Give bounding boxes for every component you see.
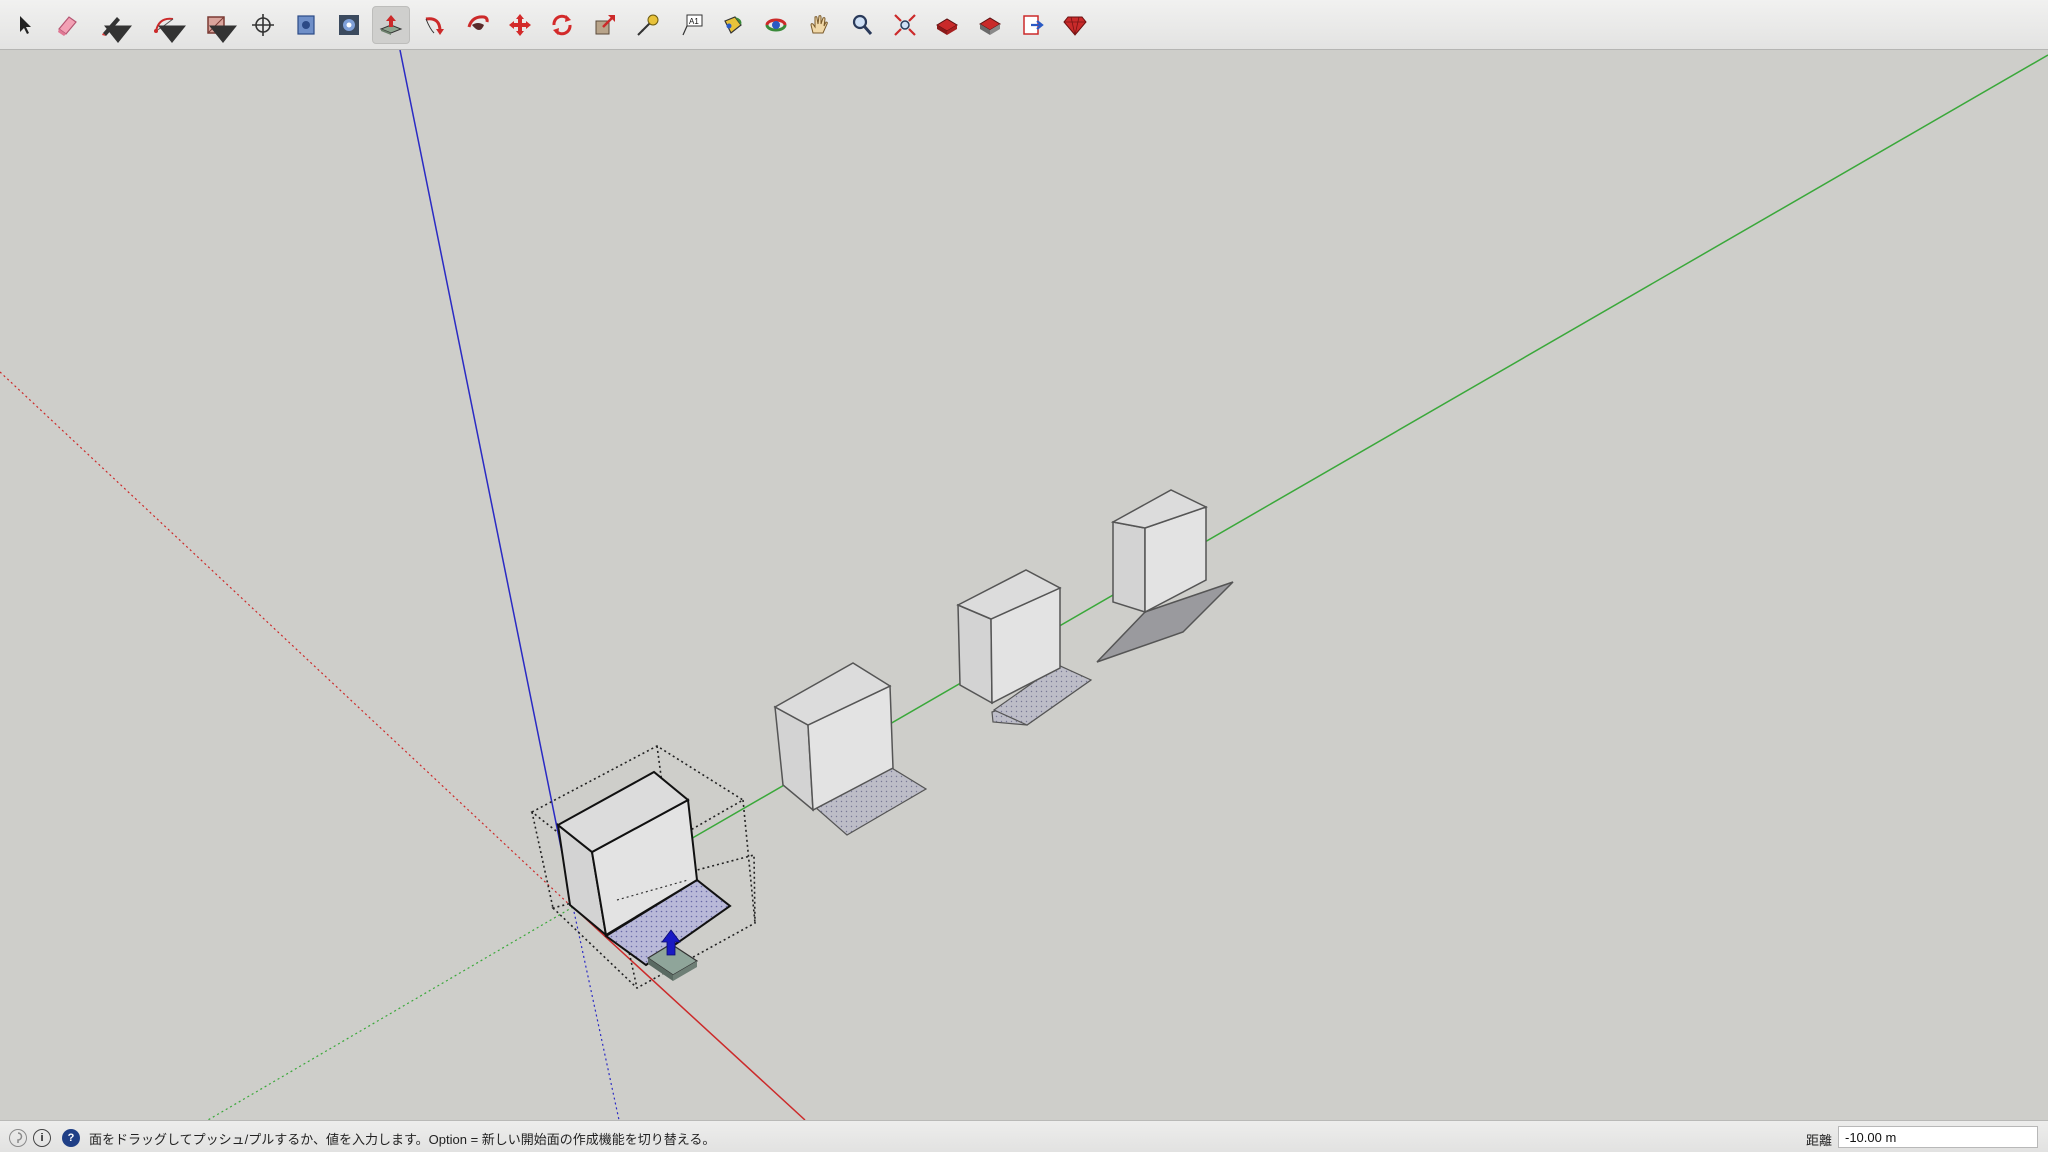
text-tool-label: A1 [689,17,699,26]
warehouse-tool-button[interactable] [928,6,966,44]
measurement-label: 距離 [1806,1133,1833,1148]
text-label-icon: A1 [682,14,703,36]
orbit-tool-button[interactable] [757,6,795,44]
tape-measure-icon [637,14,659,36]
follow-me-tool-button[interactable] [330,6,368,44]
warehouse-icon [936,18,958,35]
geo-location-icon[interactable] [9,1129,27,1147]
curved-arrow-icon [425,17,444,35]
push-pull-tool-button[interactable] [372,6,410,44]
green-axis-negative [207,906,574,1120]
box-model-2[interactable] [773,662,928,836]
crosshair-icon [252,14,274,36]
chevron-down-icon [158,25,186,43]
chevron-down-icon [209,25,237,43]
red-axis-negative [0,371,573,908]
move-arrows-icon [509,14,531,36]
line-tool-button[interactable] [92,6,132,44]
share-model-tool-button[interactable] [1014,6,1052,44]
ruby-console-tool-button[interactable] [1056,6,1094,44]
box-model-3[interactable] [956,569,1093,726]
status-message: 面をドラッグしてプッシュ/プルするか、値を入力します。Option = 新しい開… [89,1132,716,1147]
rotate-icon [552,14,572,36]
eraser-icon [58,16,77,36]
zoom-tool-button[interactable] [843,6,881,44]
eraser-tool-button[interactable] [48,6,86,44]
main-toolbar: A1 [0,0,2048,50]
tape-measure-tool-button[interactable] [629,6,667,44]
model-viewport[interactable] [0,50,2048,1120]
paint-bucket-tool-button[interactable] [459,6,497,44]
extension-warehouse-tool-button[interactable] [971,6,1009,44]
scale-tool-button[interactable] [586,6,624,44]
arrow-cursor-icon [20,16,31,34]
move-tool-button[interactable] [501,6,539,44]
arc-tool-button[interactable] [146,6,186,44]
scene-canvas[interactable] [0,50,2048,1120]
select-tool-button[interactable] [5,6,43,44]
zoom-extents-tool-button[interactable] [886,6,924,44]
follow-me-icon [339,15,359,35]
orbit-position-tool-button[interactable] [244,6,282,44]
offset-icon [297,15,315,35]
share-model-icon [1023,15,1044,35]
instructor-help-icon[interactable]: ? [62,1129,80,1147]
zoom-extents-icon [894,14,916,36]
box-model-4[interactable] [1096,489,1234,663]
push-pull-icon [379,15,403,35]
paint-tool-button[interactable] [714,6,752,44]
hand-icon [810,15,828,34]
extension-warehouse-icon [979,17,1001,35]
location-pin-icon [17,1132,23,1143]
blue-axis-positive [399,50,574,908]
status-bar: i ? 面をドラッグしてプッシュ/プルするか、値を入力します。Option = … [0,1120,2048,1152]
measurement-input[interactable] [1838,1126,2038,1148]
magnifier-icon [852,14,873,35]
pan-tool-button[interactable] [800,6,838,44]
text-tool-button[interactable]: A1 [673,6,711,44]
paint-icon [724,16,742,34]
follow-path-tool-button[interactable] [415,6,453,44]
orbit-icon [765,18,787,32]
chevron-down-icon [104,25,132,43]
red-axis-positive [572,906,806,1120]
credits-icon[interactable]: i [33,1129,51,1147]
paint-bucket-icon [467,15,489,30]
rotate-tool-button[interactable] [543,6,581,44]
ruby-icon [1063,16,1087,36]
rectangle-tool-button[interactable] [197,6,237,44]
scale-icon [595,15,615,35]
offset-tool-button[interactable] [287,6,325,44]
